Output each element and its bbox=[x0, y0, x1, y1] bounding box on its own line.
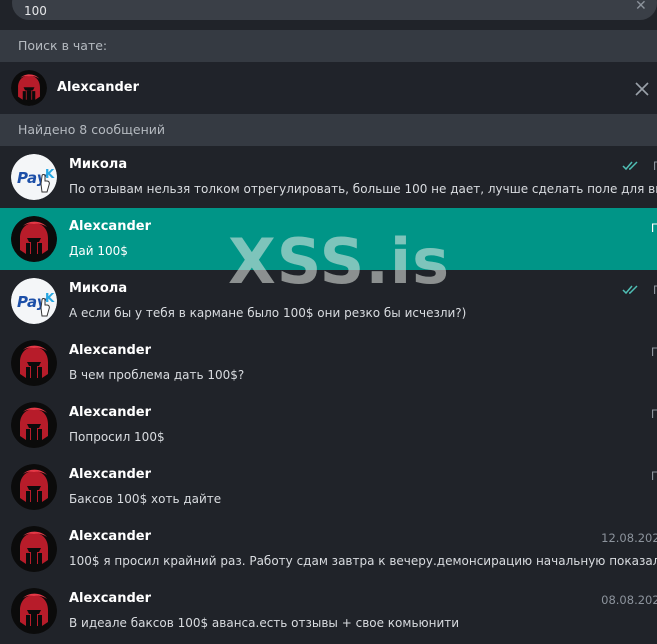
results-count-label: Найдено 8 сообщений bbox=[18, 122, 165, 137]
avatar bbox=[11, 70, 47, 106]
search-query[interactable]: 100 bbox=[24, 4, 47, 18]
spartan-helmet-icon bbox=[11, 464, 57, 510]
message-snippet: А если бы у тебя в кармане было 100$ они… bbox=[69, 306, 467, 320]
message-snippet: 100$ я просил крайний раз. Работу сдам з… bbox=[69, 554, 657, 568]
spartan-helmet-icon bbox=[11, 70, 47, 106]
message-date: Пн bbox=[653, 159, 657, 173]
message-result-item[interactable]: Alexcander Баксов 100$ хоть дайте Пн bbox=[0, 456, 657, 518]
message-result-item[interactable]: Alexcander 100$ я просил крайний раз. Раб… bbox=[0, 518, 657, 580]
search-in-chat-header: Поиск в чате: bbox=[0, 30, 657, 62]
avatar: Pay K bbox=[11, 154, 57, 200]
avatar: Pay K bbox=[11, 278, 57, 324]
avatar bbox=[11, 340, 57, 386]
avatar bbox=[11, 464, 57, 510]
double-check-icon bbox=[622, 285, 638, 295]
search-in-chat-label: Поиск в чате: bbox=[18, 38, 108, 53]
close-icon[interactable] bbox=[635, 82, 649, 96]
svg-text:K: K bbox=[45, 291, 55, 305]
sender-name: Alexcander bbox=[69, 529, 151, 544]
spartan-helmet-icon bbox=[11, 402, 57, 448]
search-input[interactable]: 100 ✕ bbox=[12, 0, 657, 20]
avatar bbox=[11, 588, 57, 634]
message-snippet: Баксов 100$ хоть дайте bbox=[69, 492, 222, 506]
spartan-helmet-icon bbox=[11, 340, 57, 386]
message-snippet: Попросил 100$ bbox=[69, 430, 165, 444]
clear-search-icon[interactable]: ✕ bbox=[635, 0, 647, 13]
search-results-list: Pay K Микола По отзывам нельзя толком отр… bbox=[0, 146, 657, 644]
payk-logo-icon: Pay K bbox=[11, 154, 57, 200]
message-date: Пн bbox=[650, 345, 657, 359]
results-header: Найдено 8 сообщений bbox=[0, 114, 657, 146]
sender-name: Микола bbox=[69, 281, 128, 296]
message-snippet: В чем проблема дать 100$? bbox=[69, 368, 245, 382]
message-date: Пн bbox=[650, 469, 657, 483]
message-snippet: По отзывам нельзя толком отрегулировать,… bbox=[69, 182, 657, 196]
payk-logo-icon: Pay K bbox=[11, 278, 57, 324]
chat-name: Alexcander bbox=[57, 80, 139, 95]
sender-name: Alexcander bbox=[69, 591, 151, 606]
message-date: 12.08.2023 bbox=[601, 531, 657, 545]
message-result-item[interactable]: Alexcander В идеале баксов 100$ аванса.ес… bbox=[0, 580, 657, 642]
message-date: Пн bbox=[650, 221, 657, 235]
message-result-item[interactable]: Alexcander Попросил 100$ Пн bbox=[0, 394, 657, 456]
message-date: 08.08.2023 bbox=[601, 593, 657, 607]
svg-text:K: K bbox=[45, 167, 55, 181]
message-date: Пн bbox=[653, 283, 657, 297]
sender-name: Alexcander bbox=[69, 405, 151, 420]
avatar bbox=[11, 402, 57, 448]
watermark: XSS.is bbox=[228, 225, 451, 298]
message-result-item[interactable]: Alexcander В чем проблема дать 100$? Пн bbox=[0, 332, 657, 394]
message-date: Пн bbox=[650, 407, 657, 421]
spartan-helmet-icon bbox=[11, 588, 57, 634]
spartan-helmet-icon bbox=[11, 526, 57, 572]
sender-name: Alexcander bbox=[69, 343, 151, 358]
sender-name: Alexcander bbox=[69, 219, 151, 234]
double-check-icon bbox=[622, 161, 638, 171]
avatar bbox=[11, 526, 57, 572]
message-result-item[interactable]: Pay K Микола По отзывам нельзя толком отр… bbox=[0, 146, 657, 208]
avatar bbox=[11, 216, 57, 262]
sender-name: Alexcander bbox=[69, 467, 151, 482]
search-bar: 100 ✕ bbox=[0, 0, 657, 30]
spartan-helmet-icon bbox=[11, 216, 57, 262]
chat-filter-row[interactable]: Alexcander bbox=[0, 62, 657, 114]
message-snippet: В идеале баксов 100$ аванса.есть отзывы … bbox=[69, 616, 460, 630]
sender-name: Микола bbox=[69, 157, 128, 172]
